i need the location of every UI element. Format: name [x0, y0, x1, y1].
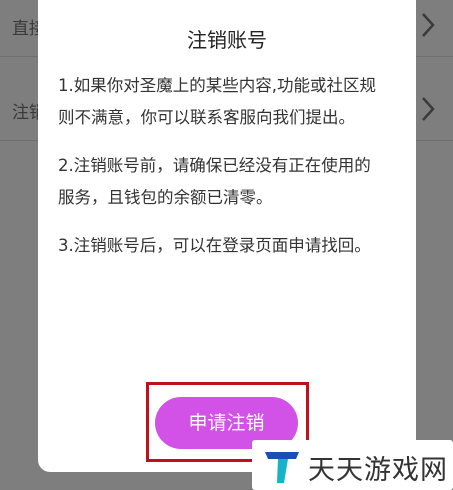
watermark: 天天游戏网: [252, 440, 453, 490]
dialog-body: 1.如果你对圣魔上的某些内容,功能或社区规则不满意，你可以联系客服向我们提出。 …: [58, 70, 378, 278]
watermark-text: 天天游戏网: [308, 455, 448, 486]
notice-paragraph-3: 3.注销账号后，可以在登录页面申请找回。: [58, 236, 371, 255]
chevron-right-icon: [417, 10, 439, 40]
notice-paragraph-1: 1.如果你对圣魔上的某些内容,功能或社区规则不满意，你可以联系客服向我们提出。: [58, 76, 376, 127]
dialog-title: 注销账号: [187, 28, 267, 52]
chevron-right-icon: [417, 94, 439, 124]
site-logo-icon: [262, 446, 302, 486]
notice-paragraph-2: 2.注销账号前，请确保已经没有正在使用的服务，且钱包的余额已清零。: [58, 156, 371, 207]
